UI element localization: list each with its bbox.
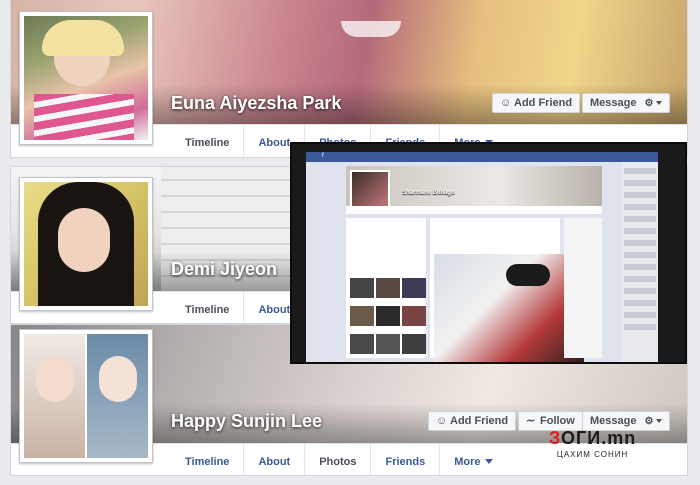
avatar[interactable]	[19, 329, 153, 463]
mini-center-column	[430, 218, 584, 362]
profile-name[interactable]: Demi Jiyeon	[171, 259, 277, 280]
facebook-logo-icon: f	[322, 153, 324, 159]
add-friend-button[interactable]: ☺ Add Friend	[492, 93, 581, 113]
page: Euna Aiyezsha Park ☺ Add Friend Message ⚙ …	[0, 0, 700, 485]
tab-friends[interactable]: Friends	[370, 444, 439, 475]
mini-right-column	[564, 218, 602, 358]
tab-timeline[interactable]: Timeline	[171, 292, 243, 323]
rss-follow-icon: ∼	[526, 415, 536, 427]
add-friend-button[interactable]: ☺ Add Friend	[428, 411, 517, 431]
caret-down-icon	[656, 419, 663, 423]
mini-avatar	[350, 170, 390, 210]
profile-card-1: Euna Aiyezsha Park ☺ Add Friend Message ⚙ …	[10, 0, 688, 158]
mini-nav	[346, 206, 602, 214]
screen-photo: f Sharmane Biolago	[290, 142, 687, 364]
mini-profile-name: Sharmane Biolago	[402, 190, 455, 196]
profile-name[interactable]: Euna Aiyezsha Park	[171, 93, 341, 114]
mini-left-column	[346, 218, 426, 358]
tab-timeline[interactable]: Timeline	[171, 444, 243, 475]
avatar[interactable]	[19, 11, 153, 145]
caret-down-icon	[484, 459, 493, 464]
avatar[interactable]	[19, 177, 153, 311]
sunglasses-icon	[506, 264, 550, 286]
profile-name[interactable]: Happy Sunjin Lee	[171, 411, 322, 432]
gear-icon[interactable]: ⚙	[644, 98, 653, 109]
tab-more[interactable]: More	[439, 444, 506, 475]
fb-topbar	[306, 152, 658, 162]
add-friend-icon: ☺	[500, 97, 512, 109]
tab-about[interactable]: About	[243, 444, 304, 475]
watermark-logo: ЗОГИ.mn ЦАХИМ СОНИН	[549, 428, 637, 459]
message-button[interactable]: Message ⚙	[582, 93, 671, 113]
gear-icon[interactable]: ⚙	[644, 416, 653, 427]
add-friend-icon: ☺	[436, 415, 448, 427]
tab-timeline[interactable]: Timeline	[171, 125, 243, 157]
mini-chat-sidebar	[622, 162, 658, 362]
tab-photos[interactable]: Photos	[304, 444, 370, 475]
caret-down-icon	[656, 101, 663, 105]
